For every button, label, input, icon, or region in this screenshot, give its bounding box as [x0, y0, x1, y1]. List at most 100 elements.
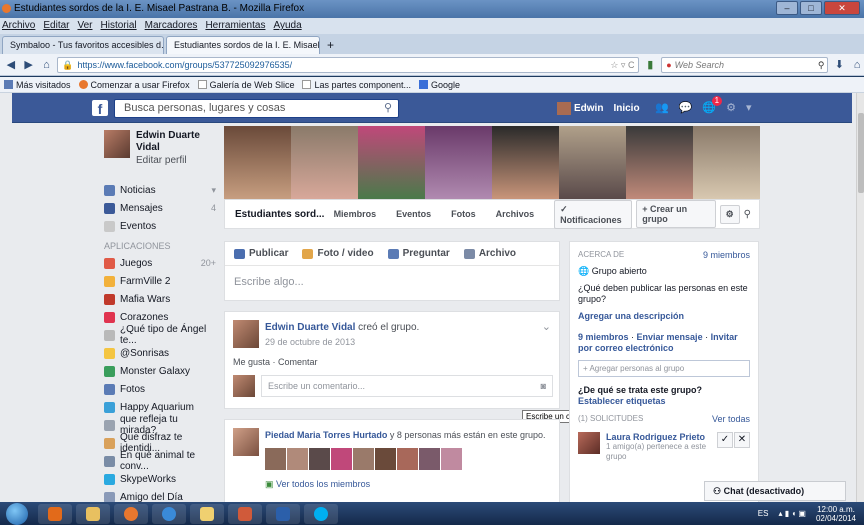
close-button[interactable]: ✕	[824, 1, 860, 15]
composer-tab[interactable]: Preguntar	[387, 248, 450, 259]
menu-archivo[interactable]: Archivo	[2, 18, 35, 34]
forward-icon[interactable]: ▶	[22, 58, 36, 71]
members-link[interactable]: 9 miembros	[578, 332, 629, 342]
camera-icon[interactable]: ◙	[541, 376, 546, 396]
download-icon[interactable]: ⬇	[832, 58, 846, 71]
privacy-icon[interactable]: ⚙	[726, 101, 736, 114]
bookmark-partes[interactable]: Las partes component...	[302, 77, 411, 92]
avatar[interactable]	[104, 130, 130, 158]
home-button-icon[interactable]: ⌂	[850, 59, 864, 71]
friend-requests-icon[interactable]: 👥	[655, 101, 669, 114]
facebook-search-input[interactable]: Busca personas, lugares y cosas ⚲	[114, 99, 399, 118]
add-people-input[interactable]: + Agregar personas al grupo	[578, 360, 750, 377]
bookmark-galeria[interactable]: Galería de Web Slice	[197, 77, 294, 92]
taskbar-skype[interactable]	[304, 503, 338, 524]
create-group-button[interactable]: + Crear un grupo	[636, 200, 716, 228]
taskbar-word[interactable]	[266, 503, 300, 524]
chat-bar[interactable]: ⚇ Chat (desactivado)	[704, 481, 846, 501]
post-date[interactable]: 29 de octubre de 2013	[265, 337, 355, 347]
taskbar-paint[interactable]	[228, 503, 262, 524]
post-author[interactable]: Piedad Maria Torres Hurtado	[265, 430, 387, 440]
taskbar-folder[interactable]	[190, 503, 224, 524]
search-icon[interactable]: ⚲	[384, 100, 392, 117]
sidebar-app-item[interactable]: Fotos	[104, 380, 216, 398]
minimize-button[interactable]: –	[776, 1, 798, 15]
taskbar-media-player[interactable]	[38, 503, 72, 524]
request-name[interactable]: Laura Rodriguez Prieto	[606, 432, 711, 442]
sidebar-app-item[interactable]: FarmVille 2	[104, 272, 216, 290]
composer-tab[interactable]: Archivo	[463, 248, 516, 259]
member-thumb[interactable]	[441, 448, 462, 470]
avatar[interactable]	[233, 320, 259, 348]
tab-symbaloo[interactable]: Symbaloo - Tus favoritos accesibles d...…	[2, 36, 164, 54]
member-thumb[interactable]	[287, 448, 308, 470]
menu-ver[interactable]: Ver	[77, 18, 92, 34]
group-name[interactable]: Estudiantes sord...	[235, 209, 334, 220]
member-thumb[interactable]	[331, 448, 352, 470]
search-icon[interactable]: ⚲	[744, 209, 751, 220]
post-author[interactable]: Edwin Duarte Vidal	[265, 322, 355, 333]
avatar[interactable]	[233, 428, 259, 456]
sidebar-app-item[interactable]: Mafia Wars	[104, 290, 216, 308]
group-cover-photo[interactable]	[224, 126, 760, 199]
web-search-input[interactable]: ● Web Search ⚲	[661, 56, 829, 73]
facebook-logo[interactable]: f	[92, 100, 108, 117]
member-thumb[interactable]	[397, 448, 418, 470]
sidebar-app-item[interactable]: Amigo del Día	[104, 488, 216, 502]
notifications-button[interactable]: ✓ Notificaciones	[554, 199, 633, 229]
member-thumb[interactable]	[353, 448, 374, 470]
sidebar-app-item[interactable]: En qué animal te conv...	[104, 450, 216, 472]
messages-icon[interactable]: 💬	[679, 101, 693, 114]
avatar[interactable]	[578, 432, 600, 454]
taskbar-firefox[interactable]	[114, 503, 148, 524]
sidebar-app-item[interactable]: Juegos 20+	[104, 254, 216, 272]
maximize-button[interactable]: □	[800, 1, 822, 15]
profile-name[interactable]: Edwin Duarte Vidal	[136, 130, 216, 154]
tab-photos[interactable]: Fotos	[451, 209, 476, 219]
composer-input[interactable]: Escribe algo...	[225, 266, 559, 298]
new-tab-button[interactable]: +	[322, 36, 339, 54]
menu-marcadores[interactable]: Marcadores	[145, 18, 198, 34]
notifications-icon[interactable]: 🌐 1	[702, 96, 723, 114]
add-description-link[interactable]: Agregar una descripción	[578, 311, 750, 322]
sidebar-nav-item[interactable]: Noticias ▾	[104, 181, 216, 199]
tab-facebook[interactable]: Estudiantes sordos de la I. E. Misael P.…	[166, 36, 320, 54]
menu-herramientas[interactable]: Herramientas	[205, 18, 265, 34]
fb-home-link[interactable]: Inicio	[613, 103, 639, 114]
menu-historial[interactable]: Historial	[101, 18, 137, 34]
sidebar-app-item[interactable]: SkypeWorks	[104, 470, 216, 488]
addon-icon[interactable]: ▮	[643, 58, 657, 71]
scroll-thumb[interactable]	[858, 113, 864, 193]
bookmark-google[interactable]: Google	[419, 77, 460, 92]
bookmark-mas-visitados[interactable]: Más visitados	[4, 77, 71, 92]
like-link[interactable]: Me gusta	[233, 357, 270, 367]
set-tags-link[interactable]: Establecer etiquetas	[578, 396, 750, 406]
see-all-requests-link[interactable]: Ver todas	[712, 414, 750, 424]
see-all-members-link[interactable]: ▣ Ver todos los miembros	[265, 479, 370, 490]
tab-members[interactable]: Miembros	[334, 209, 377, 219]
sidebar-app-item[interactable]: ¿Qué tipo de Ángel te...	[104, 324, 216, 346]
bookmark-star-icon[interactable]: ☆ ▿ C	[610, 58, 638, 72]
search-icon[interactable]: ⚲	[818, 58, 828, 72]
member-thumb[interactable]	[265, 448, 286, 470]
url-input[interactable]: 🔒 https://www.facebook.com/groups/537725…	[57, 56, 640, 73]
back-icon[interactable]: ◀	[4, 58, 18, 71]
tray-icons[interactable]: ▴ ▮ ◖ ▣	[778, 509, 805, 518]
language-indicator[interactable]: ES	[758, 509, 769, 518]
chevron-down-icon[interactable]: ⌄	[542, 320, 551, 333]
member-thumb[interactable]	[419, 448, 440, 470]
sidebar-nav-item[interactable]: Mensajes 4	[104, 199, 216, 217]
send-message-link[interactable]: Enviar mensaje	[637, 332, 703, 342]
tab-events[interactable]: Eventos	[396, 209, 431, 219]
sidebar-app-item[interactable]: @Sonrisas	[104, 344, 216, 362]
composer-tab[interactable]: Foto / video	[302, 248, 374, 259]
fb-user-link[interactable]: Edwin	[557, 102, 603, 115]
sidebar-app-item[interactable]: Monster Galaxy	[104, 362, 216, 380]
start-button[interactable]	[6, 502, 28, 525]
edit-profile-link[interactable]: Editar perfil	[136, 154, 216, 167]
clock[interactable]: 12:00 a.m. 02/04/2014	[816, 505, 856, 523]
tab-files[interactable]: Archivos	[496, 209, 535, 219]
member-thumb[interactable]	[375, 448, 396, 470]
approve-icon[interactable]: ✓	[717, 432, 733, 448]
member-thumb[interactable]	[309, 448, 330, 470]
